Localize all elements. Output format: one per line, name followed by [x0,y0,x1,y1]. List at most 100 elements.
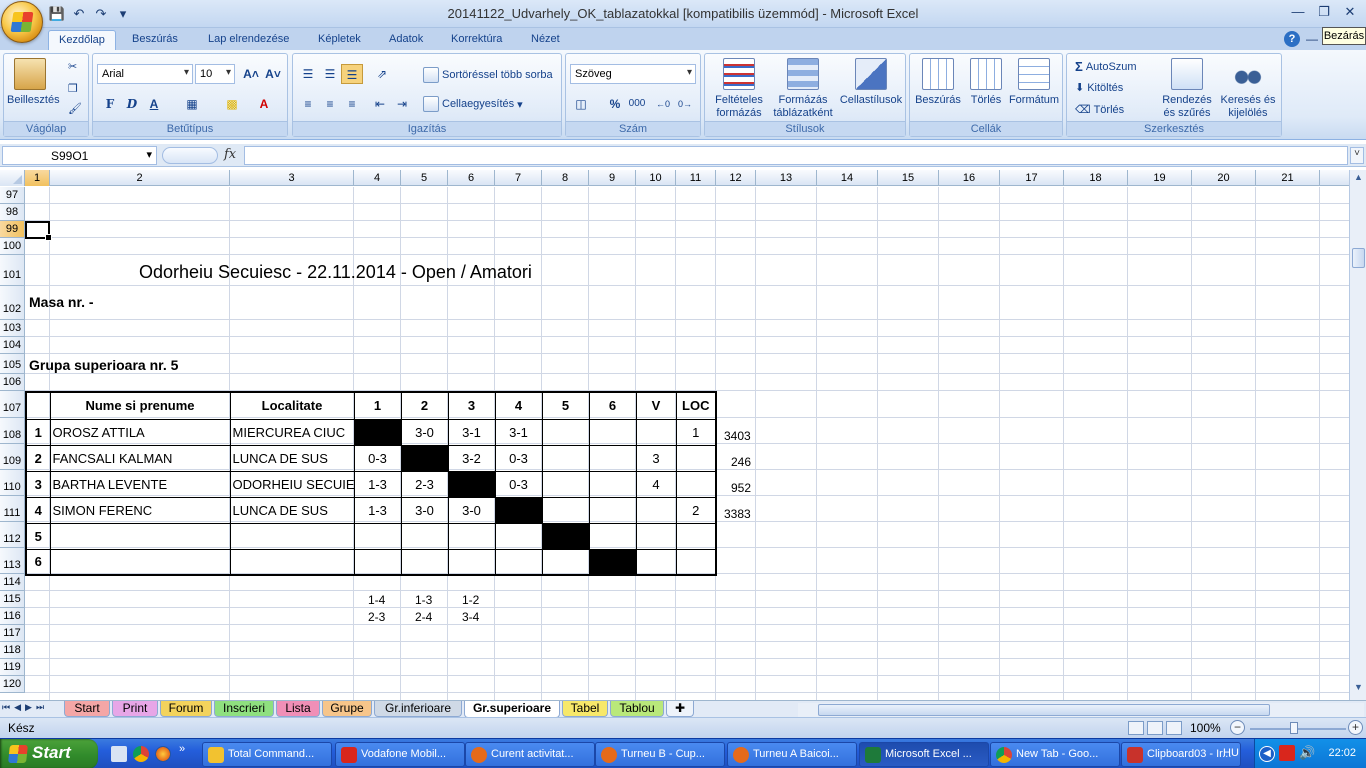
number-format-select[interactable]: Szöveg [570,64,696,84]
score-cell[interactable] [353,522,402,550]
formula-input[interactable] [244,146,1348,165]
place-cell[interactable]: 1 [675,418,717,446]
match-pair[interactable]: 2-3 [368,610,385,624]
score-cell[interactable]: 0-3 [494,470,543,498]
player-name[interactable]: BARTHA LEVENTE [49,470,231,498]
place-cell[interactable]: 2 [675,496,717,524]
wrap-text-button[interactable]: Sortöréssel több sorba [423,67,553,83]
player-number[interactable]: 4 [25,496,51,524]
tab-beszuras[interactable]: Beszúrás [122,30,188,50]
match-pair[interactable]: 1-2 [462,593,479,607]
score-cell[interactable] [494,522,543,550]
cell-styles-button[interactable]: Cellastílusok [839,58,903,107]
victories-cell[interactable]: 3 [635,444,677,472]
score-cell[interactable] [541,444,590,472]
minimize-button[interactable]: — [1288,3,1308,21]
side-value[interactable]: 3403 [724,429,751,443]
borders-icon[interactable]: ▦ [181,94,203,114]
column-header[interactable]: 16 [939,170,1000,186]
align-top-icon[interactable]: ☰ [297,64,319,84]
player-city[interactable]: LUNCA DE SUS [229,444,355,472]
name-box[interactable]: S99O1 [2,146,157,165]
self-match-cell[interactable] [447,470,496,498]
score-cell[interactable]: 0-3 [353,444,402,472]
normal-view-icon[interactable] [1128,721,1144,735]
header-cell[interactable] [25,391,51,420]
victories-cell[interactable] [635,522,677,550]
cut-icon[interactable]: ✂ [68,60,77,73]
row-header[interactable]: 115 [0,591,25,608]
tray-expand-icon[interactable]: ◀ [1259,746,1275,762]
task-turneu-b[interactable]: Turneu B - Cup... [595,742,725,767]
header-cell[interactable]: 1 [353,391,402,420]
score-cell[interactable]: 2-3 [400,470,449,498]
row-header[interactable]: 116 [0,608,25,625]
header-cell[interactable]: 3 [447,391,496,420]
next-sheet-icon[interactable]: ▶ [25,702,32,713]
language-indicator[interactable]: HU [1223,747,1239,759]
ribbon-minimize-icon[interactable]: — [1306,32,1318,46]
tab-adatok[interactable]: Adatok [379,30,433,50]
format-painter-icon[interactable]: 🖌 [68,102,82,115]
task-vodafone[interactable]: Vodafone Mobil... [335,742,465,767]
score-cell[interactable] [541,496,590,524]
scroll-up-icon[interactable]: ▲ [1352,172,1365,186]
tab-korrektura[interactable]: Korrektúra [441,30,512,50]
place-cell[interactable] [675,522,717,550]
player-city[interactable]: LUNCA DE SUS [229,496,355,524]
player-name[interactable] [49,548,231,576]
row-header[interactable]: 112 [0,522,25,548]
restore-button[interactable]: ❐ [1314,3,1334,21]
self-match-cell[interactable] [400,444,449,472]
column-header[interactable]: 19 [1128,170,1192,186]
column-header[interactable]: 6 [448,170,495,186]
autosum-button[interactable]: Σ AutoSzum [1075,59,1137,74]
close-button[interactable]: ✕ [1340,3,1360,21]
match-pair[interactable]: 3-4 [462,610,479,624]
score-cell[interactable]: 1-3 [353,470,402,498]
score-cell[interactable] [541,548,590,576]
tray-app-icon[interactable] [1279,745,1295,761]
row-header[interactable]: 118 [0,642,25,659]
sheet-tab-forum[interactable]: Forum [160,701,212,717]
header-cell[interactable]: 5 [541,391,590,420]
column-header[interactable]: 10 [636,170,676,186]
zoom-out-icon[interactable]: − [1230,720,1245,735]
worksheet-grid[interactable]: 1 2 3 4 5 6 7 8 9 10 11 12 13 14 15 16 1… [0,170,1349,700]
self-match-cell[interactable] [541,522,590,550]
column-header[interactable]: 1 [25,170,50,186]
sort-filter-button[interactable]: Rendezés és szűrés [1157,58,1217,120]
align-left-icon[interactable]: ≡ [297,94,319,114]
new-sheet-icon[interactable]: ✚ [666,701,694,717]
grow-font-button[interactable]: A˄ [240,64,262,84]
self-match-cell[interactable] [588,548,637,576]
header-cell[interactable]: 4 [494,391,543,420]
bold-button[interactable]: F [99,94,121,114]
align-right-icon[interactable]: ≡ [341,94,363,114]
row-header[interactable]: 113 [0,548,25,574]
chrome-icon[interactable] [133,746,149,762]
italic-button[interactable]: D [121,94,143,114]
column-header[interactable]: 21 [1256,170,1320,186]
tab-kezdolap[interactable]: Kezdőlap [48,30,116,50]
sheet-tab-grupe[interactable]: Grupe [322,701,372,717]
show-desktop-icon[interactable] [111,746,127,762]
shrink-font-button[interactable]: A˅ [262,64,284,84]
row-header[interactable]: 108 [0,418,25,444]
tab-nezet[interactable]: Nézet [521,30,570,50]
side-value[interactable]: 246 [731,455,751,469]
font-name-select[interactable]: Arial [97,64,193,84]
decrease-indent-icon[interactable]: ⇤ [369,94,391,114]
place-cell[interactable] [675,470,717,498]
zoom-in-icon[interactable]: + [1348,720,1363,735]
zoom-slider[interactable] [1250,728,1346,730]
self-match-cell[interactable] [353,418,402,446]
victories-cell[interactable] [635,418,677,446]
task-curent-activitat[interactable]: Curent activitat... [465,742,595,767]
column-header[interactable]: 14 [817,170,878,186]
percent-button[interactable]: % [604,94,626,114]
orientation-icon[interactable]: ⇗ [371,64,393,84]
active-cell[interactable] [25,221,52,241]
thousands-button[interactable]: 000 [626,94,648,114]
sheet-tab-tabel[interactable]: Tabel [562,701,608,717]
